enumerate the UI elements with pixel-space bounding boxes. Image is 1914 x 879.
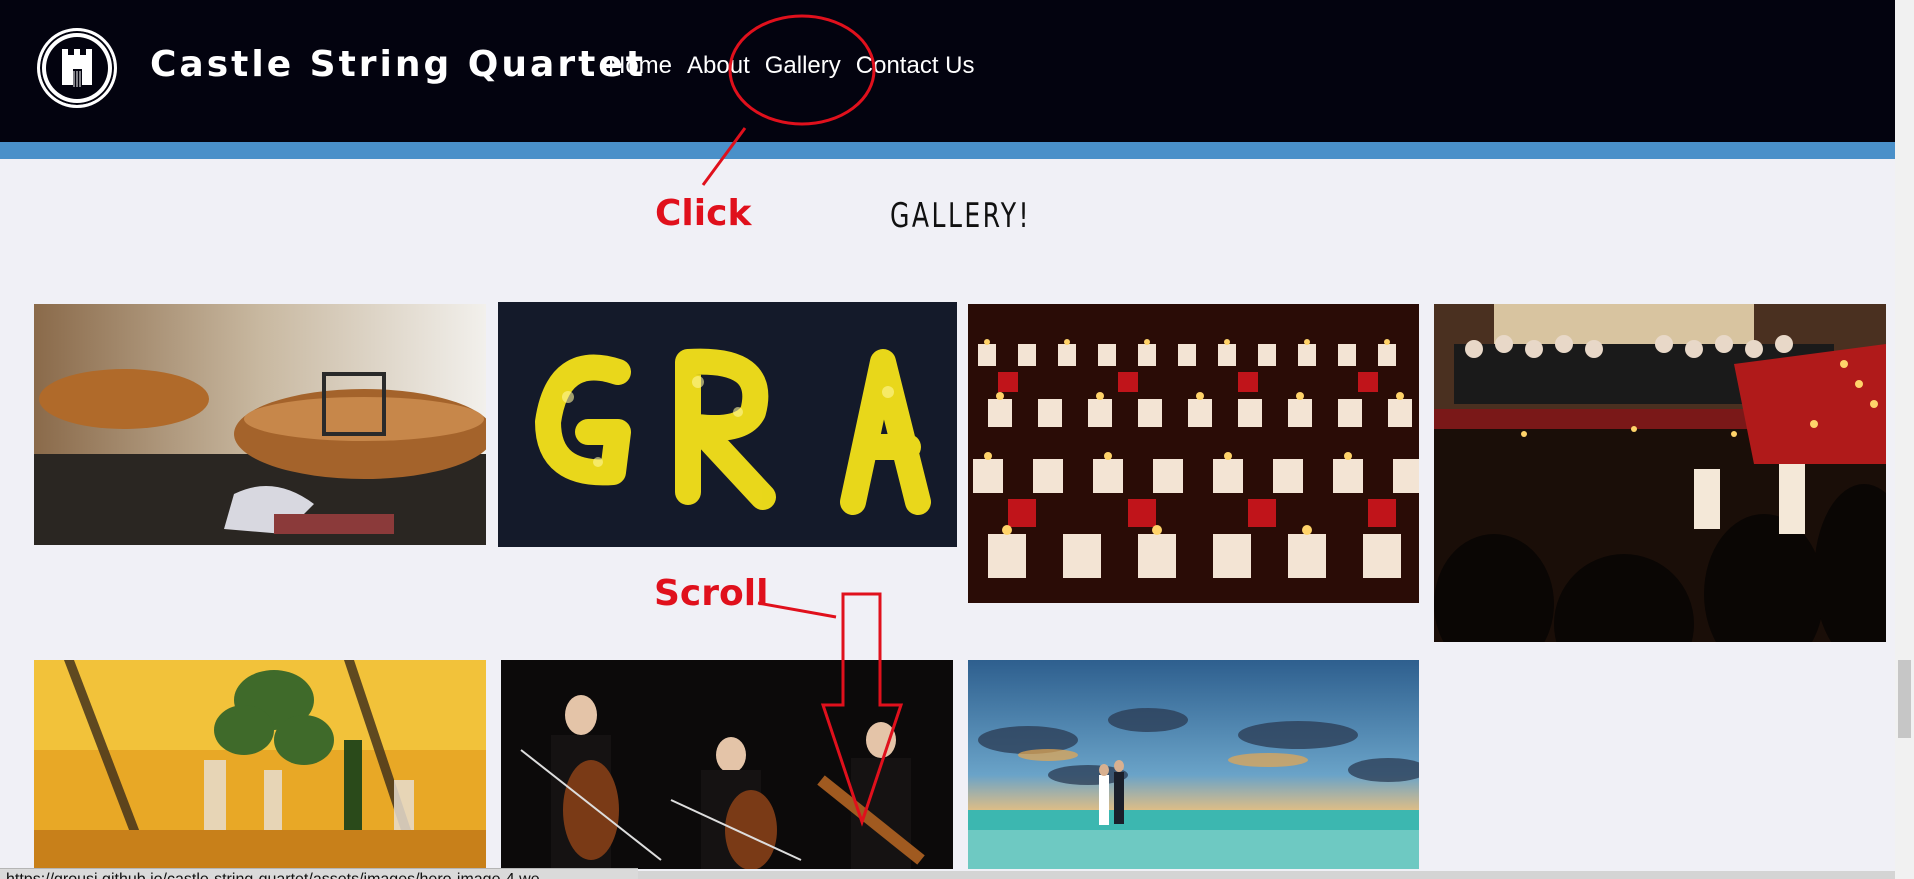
nav-contact-us[interactable]: Contact Us — [856, 52, 975, 80]
nav-home[interactable]: Home — [608, 52, 672, 80]
scroll-annotation-label: Scroll — [654, 573, 769, 614]
choir-concert-photo — [1434, 304, 1886, 642]
red-white-candles-photo — [968, 304, 1419, 603]
nav-gallery[interactable]: Gallery — [765, 52, 841, 80]
vertical-scrollbar[interactable] — [1895, 0, 1914, 879]
nav-about[interactable]: About — [687, 52, 750, 80]
vertical-scrollbar-thumb[interactable] — [1898, 660, 1911, 738]
main-nav: Home About Gallery Contact Us — [608, 52, 975, 80]
click-annotation-label: Click — [655, 193, 752, 234]
horizontal-scrollbar[interactable] — [638, 871, 1895, 879]
site-header: Castle String Quartet Home About Gallery… — [0, 0, 1895, 142]
scroll-pointer-line — [757, 601, 837, 619]
status-bar-url: https://grousi.github.io/castle-string-q… — [0, 868, 638, 879]
page-title: GALLERY! — [890, 196, 1032, 236]
gra-candle-letters-photo — [498, 302, 957, 547]
wedding-table-decor-photo — [34, 660, 486, 869]
site-title[interactable]: Castle String Quartet — [150, 44, 646, 85]
cellists-performing-photo — [501, 660, 953, 869]
header-accent-strip — [0, 142, 1895, 159]
beach-wedding-couple-photo — [968, 660, 1419, 869]
castle-logo-icon[interactable] — [37, 28, 117, 108]
violin-on-table-photo — [34, 304, 486, 545]
